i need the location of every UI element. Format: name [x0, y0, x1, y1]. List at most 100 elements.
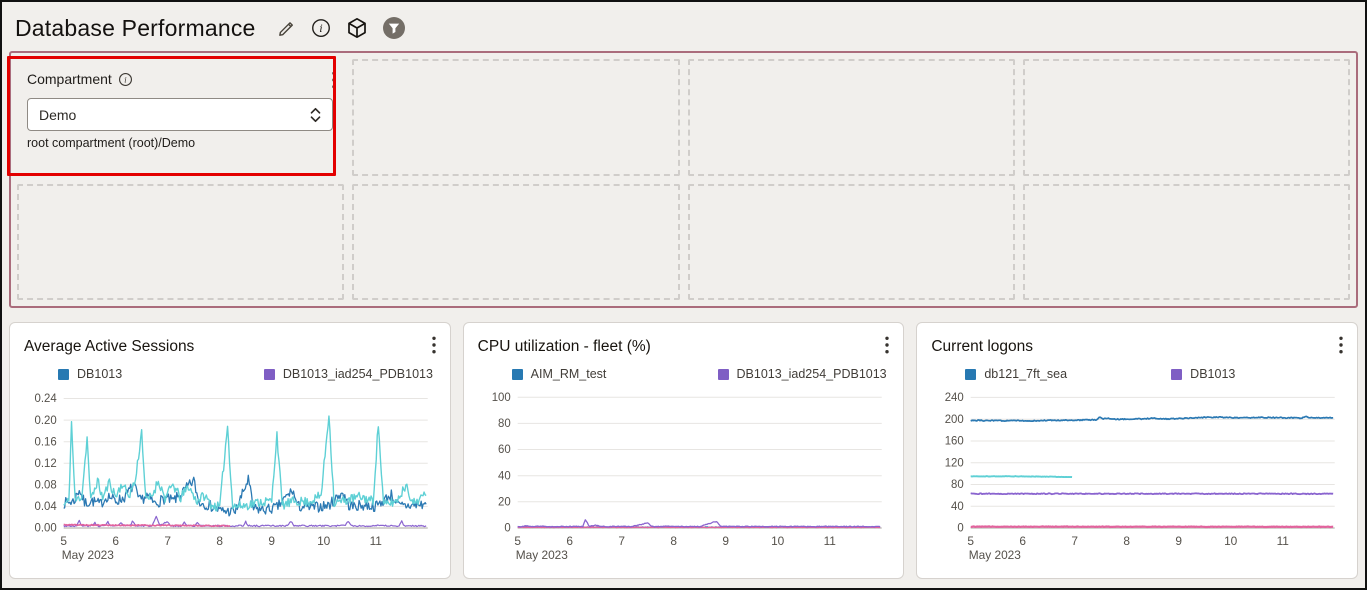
info-icon: i	[310, 17, 332, 39]
svg-text:240: 240	[945, 392, 964, 404]
svg-text:0.24: 0.24	[35, 393, 58, 405]
legend-item[interactable]: db121_7ft_sea	[931, 367, 1137, 381]
svg-text:0: 0	[958, 523, 964, 535]
svg-text:0.04: 0.04	[35, 501, 58, 513]
legend-swatch	[512, 369, 523, 380]
compartment-widget: Compartment i Demo root compartment (roo…	[17, 59, 344, 176]
kebab-icon	[332, 71, 336, 89]
svg-text:100: 100	[491, 392, 510, 404]
compartment-select[interactable]: Demo	[27, 98, 333, 131]
svg-text:11: 11	[823, 534, 836, 548]
svg-text:40: 40	[498, 470, 511, 482]
svg-text:80: 80	[951, 479, 964, 491]
chart-legend: db121_7ft_sea DB1013	[931, 367, 1343, 381]
svg-text:9: 9	[1176, 534, 1183, 548]
chart-card-current-logons: Current logons db121_7ft_sea DB1013 0 40 8…	[916, 322, 1358, 579]
svg-text:0: 0	[504, 523, 510, 535]
filter-button[interactable]	[382, 16, 406, 40]
svg-text:9: 9	[722, 534, 729, 548]
page-title: Database Performance	[15, 15, 256, 42]
legend-label: DB1013_iad254_PDB1013	[283, 367, 433, 381]
svg-text:10: 10	[1224, 534, 1238, 548]
svg-text:120: 120	[945, 457, 964, 469]
svg-text:5: 5	[60, 534, 67, 548]
chart-title: Current logons	[931, 334, 1033, 356]
svg-text:9: 9	[268, 534, 275, 548]
svg-text:6: 6	[566, 534, 573, 548]
cpu-utilization-chart[interactable]: 020406080100567891011May 2023	[478, 384, 890, 562]
kebab-icon	[885, 336, 889, 354]
kebab-icon	[1339, 336, 1343, 354]
kebab-icon	[432, 336, 436, 354]
legend-item[interactable]: DB1013	[24, 367, 230, 381]
page-header: Database Performance i	[2, 2, 1365, 51]
svg-text:6: 6	[112, 534, 119, 548]
legend-label: AIM_RM_test	[531, 367, 607, 381]
svg-text:10: 10	[771, 534, 785, 548]
average-active-sessions-chart[interactable]: 0.000.040.080.120.160.200.24567891011May…	[24, 384, 436, 562]
info-button[interactable]: i	[310, 17, 332, 39]
svg-text:May 2023: May 2023	[969, 548, 1022, 562]
svg-text:80: 80	[498, 418, 511, 430]
filter-icon	[382, 16, 406, 40]
compartment-info-icon[interactable]: i	[118, 72, 133, 87]
legend-item[interactable]: DB1013_iad254_PDB1013	[230, 367, 436, 381]
svg-text:8: 8	[670, 534, 677, 548]
svg-text:6: 6	[1020, 534, 1027, 548]
chart-menu-button[interactable]	[885, 336, 889, 354]
svg-text:160: 160	[945, 436, 964, 448]
empty-widget-slot	[352, 59, 679, 176]
svg-text:40: 40	[951, 501, 964, 513]
compartment-select-value: Demo	[39, 107, 76, 123]
filter-panel: Compartment i Demo root compartment (roo…	[9, 51, 1358, 308]
legend-swatch	[58, 369, 69, 380]
chart-legend: DB1013 DB1013_iad254_PDB1013	[24, 367, 436, 381]
charts-row: Average Active Sessions DB1013 DB1013_ia…	[9, 322, 1358, 579]
svg-text:11: 11	[370, 534, 383, 548]
legend-swatch	[718, 369, 729, 380]
svg-text:0.08: 0.08	[35, 479, 57, 491]
svg-text:7: 7	[164, 534, 171, 548]
package-icon	[345, 16, 369, 40]
svg-text:5: 5	[514, 534, 521, 548]
svg-text:10: 10	[317, 534, 331, 548]
empty-widget-slot	[1023, 184, 1350, 301]
svg-text:8: 8	[1124, 534, 1131, 548]
package-button[interactable]	[345, 16, 369, 40]
svg-text:20: 20	[498, 496, 511, 508]
compartment-menu-button[interactable]	[332, 71, 336, 89]
compartment-help-text: root compartment (root)/Demo	[27, 136, 336, 150]
legend-swatch	[965, 369, 976, 380]
chart-title: CPU utilization - fleet (%)	[478, 334, 651, 356]
empty-widget-slot	[1023, 59, 1350, 176]
svg-text:May 2023: May 2023	[515, 548, 568, 562]
legend-item[interactable]: DB1013_iad254_PDB1013	[684, 367, 890, 381]
legend-label: DB1013	[1190, 367, 1235, 381]
chart-menu-button[interactable]	[1339, 336, 1343, 354]
svg-text:i: i	[124, 75, 127, 84]
svg-text:200: 200	[945, 414, 964, 426]
chart-legend: AIM_RM_test DB1013_iad254_PDB1013	[478, 367, 890, 381]
compartment-label: Compartment	[27, 71, 112, 87]
empty-widget-slot	[688, 59, 1015, 176]
legend-item[interactable]: DB1013	[1137, 367, 1343, 381]
chart-title: Average Active Sessions	[24, 334, 194, 356]
svg-text:0.00: 0.00	[35, 523, 57, 535]
legend-label: DB1013_iad254_PDB1013	[737, 367, 887, 381]
edit-button[interactable]	[276, 18, 297, 39]
svg-text:0.12: 0.12	[35, 458, 57, 470]
svg-text:i: i	[319, 23, 322, 35]
empty-widget-slot	[352, 184, 679, 301]
chart-menu-button[interactable]	[432, 336, 436, 354]
legend-label: DB1013	[77, 367, 122, 381]
legend-item[interactable]: AIM_RM_test	[478, 367, 684, 381]
current-logons-chart[interactable]: 04080120160200240567891011May 2023	[931, 384, 1343, 562]
svg-text:7: 7	[1072, 534, 1079, 548]
legend-swatch	[1171, 369, 1182, 380]
chart-card-average-active-sessions: Average Active Sessions DB1013 DB1013_ia…	[9, 322, 451, 579]
chart-card-cpu-utilization-fleet: CPU utilization - fleet (%) AIM_RM_test …	[463, 322, 905, 579]
svg-text:8: 8	[216, 534, 223, 548]
empty-widget-slot	[17, 184, 344, 301]
legend-label: db121_7ft_sea	[984, 367, 1067, 381]
svg-text:11: 11	[1277, 534, 1290, 548]
